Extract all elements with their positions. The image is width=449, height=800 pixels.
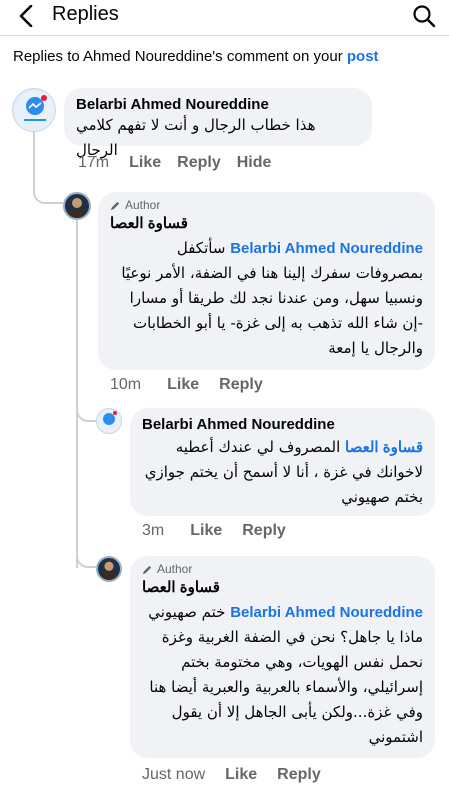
author-badge-label: Author [125,198,161,212]
comment-bubble: Author قساوة العصا Belarbi Ahmed Nouredd… [98,192,435,370]
comment-time: Just now [142,766,206,783]
thread-connector [76,388,96,422]
comment-bubble: Author قساوة العصا Belarbi Ahmed Nouredd… [130,556,435,758]
thread-connector [76,530,96,568]
replies-context: Replies to Ahmed Noureddine's comment on… [13,48,379,65]
comment-text: Belarbi Ahmed Noureddine ختم صهيوني ماذا… [142,600,423,750]
comment-text: قساوة العصا المصروف لي عندك أعطيه لاخوان… [142,435,423,510]
avatar[interactable] [63,192,91,220]
author-badge-label: Author [157,562,193,576]
reply-button[interactable]: Reply [242,522,286,540]
post-link[interactable]: post [347,48,379,65]
back-button[interactable] [8,2,44,30]
context-text: Replies to Ahmed Noureddine's comment on… [13,48,347,65]
reply-button[interactable]: Reply [277,766,321,784]
comment-author[interactable]: Belarbi Ahmed Noureddine [142,416,423,433]
comment-text: Belarbi Ahmed Noureddine سأتكفل بمصروفات… [110,236,423,361]
like-button[interactable]: Like [225,766,257,784]
hide-button[interactable]: Hide [237,154,272,172]
comment-actions: 10m Like Reply [110,376,263,394]
comment-bubble: Belarbi Ahmed Noureddine قساوة العصا الم… [130,408,435,516]
page-title: Replies [52,3,119,25]
comment-actions: 17m Like Reply Hide [78,154,271,172]
mention-link[interactable]: Belarbi Ahmed Noureddine [230,604,423,621]
profile-photo-icon [101,561,117,580]
profile-photo-icon [69,198,85,218]
messenger-logo-icon [14,90,55,131]
comment-bubble: Belarbi Ahmed Noureddine هذا خطاب الرجال… [64,88,372,159]
like-button[interactable]: Like [129,154,161,172]
mention-link[interactable]: قساوة العصا [345,439,423,456]
pencil-icon [142,565,152,574]
mention-link[interactable]: Belarbi Ahmed Noureddine [230,240,423,257]
comment-author[interactable]: قساوة العصا [110,214,423,232]
comment-time: 3m [142,522,165,539]
pencil-icon [110,201,120,210]
author-badge: Author [110,198,423,212]
avatar[interactable] [96,556,122,582]
reply-button[interactable]: Reply [219,376,263,394]
search-button[interactable] [409,1,439,31]
reply-button[interactable]: Reply [177,154,221,172]
search-icon [413,5,436,28]
avatar[interactable] [96,408,122,434]
comment-time: 10m [110,376,142,393]
like-button[interactable]: Like [167,376,199,394]
avatar[interactable] [12,88,56,132]
thread-connector [33,132,63,204]
comment-author[interactable]: قساوة العصا [142,578,423,596]
comment-body: ختم صهيوني ماذا يا جاهل؟ نحن في الضفة ال… [148,603,423,746]
messenger-logo-icon [103,411,117,425]
comment-actions: Just now Like Reply [142,766,321,784]
comment-author[interactable]: Belarbi Ahmed Noureddine [76,96,360,113]
author-badge: Author [142,562,423,576]
chevron-left-icon [19,5,33,27]
top-bar: Replies [0,0,449,36]
comment-time: 17m [78,154,110,171]
like-button[interactable]: Like [190,522,222,540]
comment-actions: 3m Like Reply [142,522,286,540]
